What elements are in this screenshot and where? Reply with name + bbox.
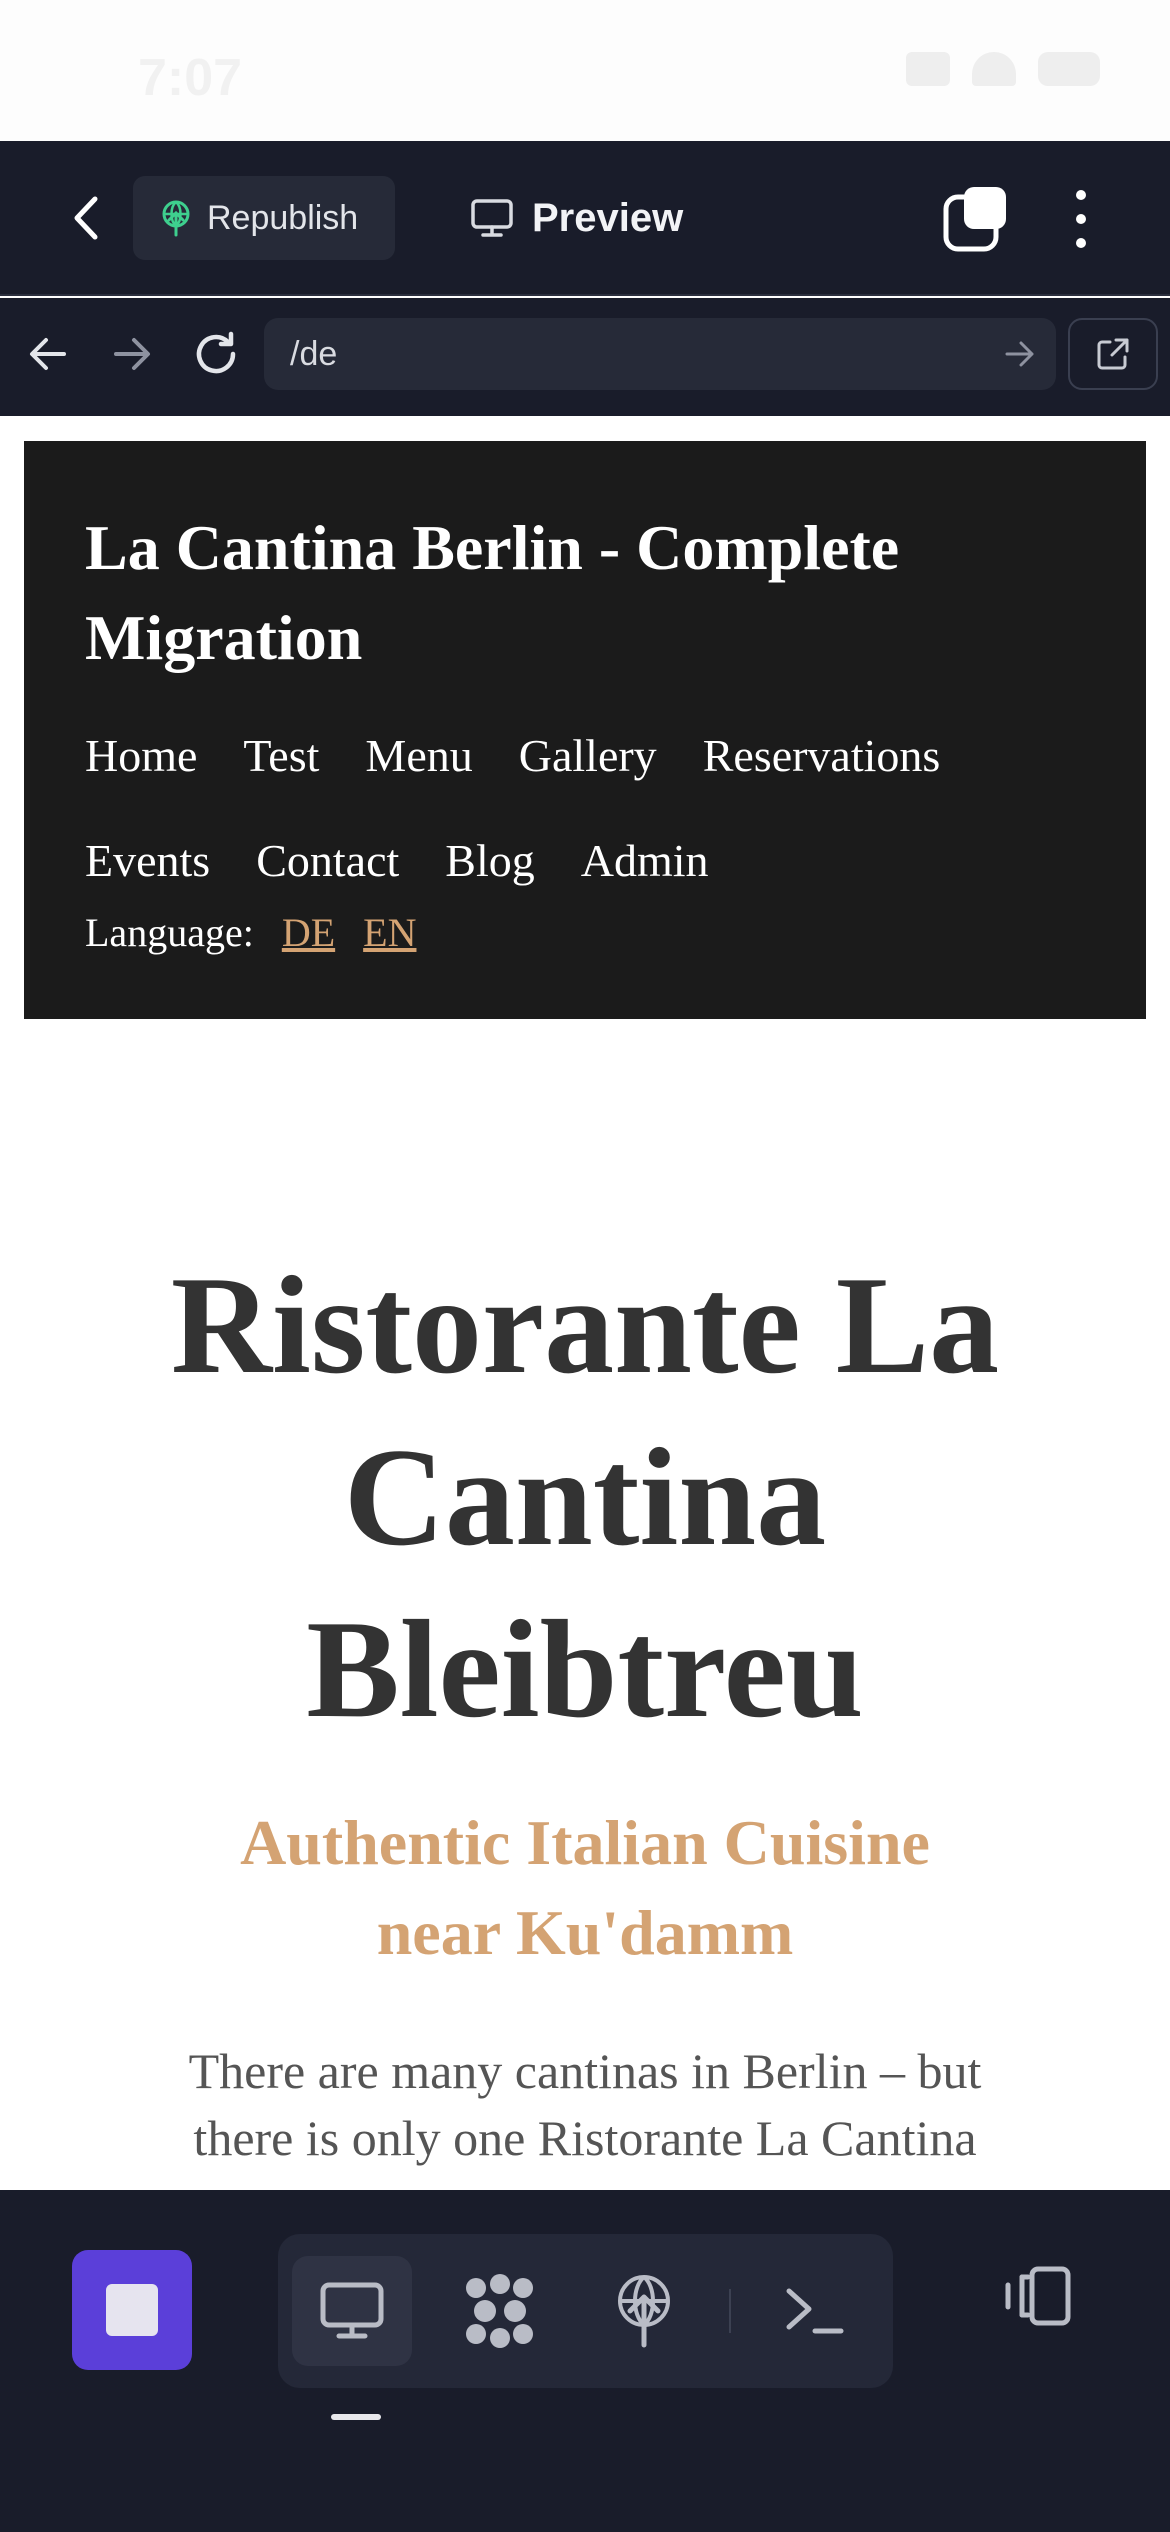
tabs-button[interactable] bbox=[940, 183, 1012, 255]
tabs-icon bbox=[943, 187, 1006, 252]
status-icons bbox=[906, 52, 1100, 86]
deploy-icon bbox=[618, 2275, 670, 2348]
site-title: La Cantina Berlin - Complete Migration bbox=[85, 512, 900, 673]
extensions-icon bbox=[466, 2274, 533, 2348]
nav-link-contact[interactable]: Contact bbox=[256, 808, 399, 913]
nav-link-menu[interactable]: Menu bbox=[365, 703, 472, 808]
deploy-icon bbox=[162, 200, 190, 237]
nav-link-home[interactable]: Home bbox=[85, 703, 197, 808]
webview-tool-button[interactable] bbox=[292, 2256, 412, 2366]
nav-link-reservations[interactable]: Reservations bbox=[703, 703, 941, 808]
webview-icon bbox=[320, 2282, 384, 2339]
extensions-tool-button[interactable] bbox=[440, 2256, 560, 2366]
deploy-tool-button[interactable] bbox=[584, 2256, 704, 2366]
stop-icon bbox=[106, 2284, 158, 2336]
reload-icon bbox=[196, 331, 236, 374]
url-text: /de bbox=[290, 334, 338, 373]
browser-back-button[interactable] bbox=[20, 326, 76, 382]
wifi-icon bbox=[972, 52, 1016, 86]
tool-group bbox=[278, 2234, 893, 2388]
dot-icon bbox=[1076, 238, 1086, 248]
shell-icon bbox=[786, 2288, 844, 2334]
open-external-button[interactable] bbox=[1068, 318, 1158, 390]
tool-separator bbox=[729, 2289, 731, 2333]
hero-subtitle: Authentic Italian Cuisine near Ku'damm bbox=[240, 1807, 930, 1968]
language-link-en[interactable]: EN bbox=[363, 909, 416, 956]
url-input[interactable]: /de bbox=[264, 318, 1056, 390]
republish-button[interactable]: Republish bbox=[133, 176, 395, 260]
bottom-toolbar bbox=[0, 2190, 1170, 2532]
language-link-de[interactable]: DE bbox=[282, 909, 335, 956]
monitor-icon bbox=[471, 199, 513, 237]
republish-label: Republish bbox=[207, 198, 359, 237]
hero-section: Ristorante La Cantina Bleibtreu Authenti… bbox=[0, 1240, 1170, 2172]
nav-link-blog[interactable]: Blog bbox=[445, 808, 534, 913]
active-tool-indicator bbox=[331, 2414, 381, 2420]
nav-link-events[interactable]: Events bbox=[85, 808, 210, 913]
go-arrow-icon[interactable] bbox=[1004, 336, 1036, 377]
nav-link-admin[interactable]: Admin bbox=[581, 808, 709, 913]
browser-nav-bar: /de bbox=[0, 298, 1170, 416]
browser-forward-button[interactable] bbox=[104, 326, 160, 382]
hero-text: There are many cantinas in Berlin – but … bbox=[188, 2043, 982, 2166]
preview-label: Preview bbox=[532, 195, 684, 240]
signal-icon bbox=[906, 52, 950, 86]
arrow-right-icon bbox=[114, 338, 150, 370]
app-bar: Republish Preview bbox=[0, 141, 1170, 296]
status-bar: 7:07 bbox=[0, 0, 1170, 141]
language-label: Language: bbox=[85, 910, 254, 955]
device-icon bbox=[1005, 2266, 1071, 2326]
chevron-left-icon bbox=[74, 196, 98, 240]
back-button[interactable] bbox=[56, 185, 116, 251]
dot-icon bbox=[1076, 190, 1086, 200]
device-preview-button[interactable] bbox=[995, 2254, 1079, 2338]
shell-tool-button[interactable] bbox=[754, 2256, 874, 2366]
nav-link-test[interactable]: Test bbox=[243, 703, 319, 808]
more-options-button[interactable] bbox=[1056, 183, 1106, 255]
site-nav: Home Test Menu Gallery Reservations Even… bbox=[85, 703, 1085, 913]
status-time: 7:07 bbox=[138, 49, 243, 107]
dot-icon bbox=[1076, 214, 1086, 224]
reload-button[interactable] bbox=[188, 326, 244, 382]
language-switcher: Language: DE EN bbox=[85, 909, 1146, 956]
preview-tab[interactable]: Preview bbox=[470, 176, 683, 260]
battery-icon bbox=[1038, 52, 1100, 86]
external-link-icon bbox=[1097, 338, 1129, 370]
nav-link-gallery[interactable]: Gallery bbox=[519, 703, 657, 808]
hero-title: Ristorante La Cantina Bleibtreu bbox=[170, 1248, 1000, 1747]
stop-button[interactable] bbox=[72, 2250, 192, 2370]
arrow-left-icon bbox=[30, 338, 66, 370]
site-header: La Cantina Berlin - Complete Migration H… bbox=[24, 441, 1146, 1019]
